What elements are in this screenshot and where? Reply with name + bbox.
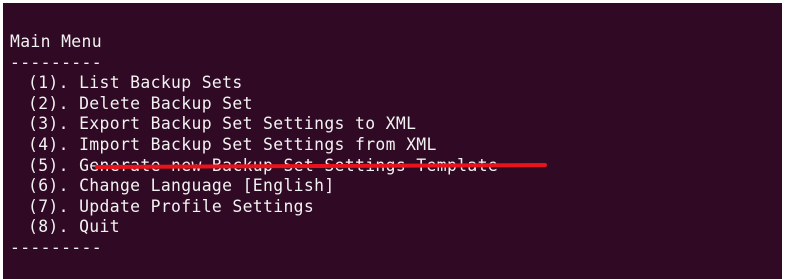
menu-item-quit: (8). Quit: [10, 217, 498, 238]
menu-item-export-settings: (3). Export Backup Set Settings to XML: [10, 114, 498, 135]
menu-item-label: List Backup Sets: [79, 73, 243, 93]
menu-separator-bottom: ---------: [10, 237, 102, 257]
menu-item-number: (8).: [28, 217, 69, 237]
menu-item-number: (4).: [28, 134, 69, 154]
menu-item-change-language: (6). Change Language [English]: [10, 176, 498, 197]
menu-item-number: (1).: [28, 73, 69, 93]
menu-item-label: Export Backup Set Settings to XML: [79, 114, 417, 134]
menu-item-label: Change Language [English]: [79, 176, 335, 196]
menu-item-label: Quit: [79, 217, 120, 237]
menu-item-number: (3).: [28, 114, 69, 134]
menu-item-number: (7).: [28, 196, 69, 216]
menu-item-number: (5).: [28, 155, 69, 175]
menu-separator-top: ---------: [10, 52, 102, 72]
menu-item-number: (6).: [28, 176, 69, 196]
menu-item-list-backup-sets: (1). List Backup Sets: [10, 73, 498, 94]
menu-item-label: Import Backup Set Settings from XML: [79, 134, 437, 154]
menu-item-label: Delete Backup Set: [79, 93, 253, 113]
terminal-output: Main Menu --------- (1). List Backup Set…: [10, 32, 498, 259]
menu-title: Main Menu: [10, 32, 102, 51]
menu-item-update-profile: (7). Update Profile Settings: [10, 197, 498, 218]
menu-item-number: (2).: [28, 93, 69, 113]
terminal-window: Main Menu --------- (1). List Backup Set…: [3, 3, 782, 279]
menu-item-delete-backup-set: (2). Delete Backup Set: [10, 94, 498, 115]
menu-item-import-settings: (4). Import Backup Set Settings from XML: [10, 135, 498, 156]
menu-item-label: Update Profile Settings: [79, 196, 315, 216]
